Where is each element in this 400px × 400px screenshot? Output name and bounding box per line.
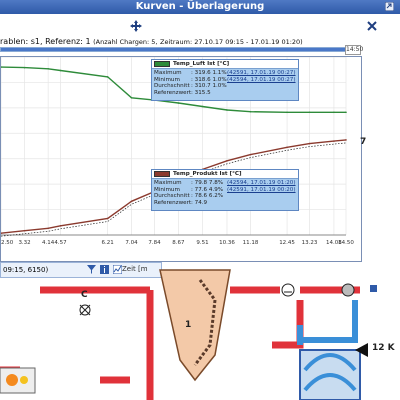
pump-icon xyxy=(281,283,295,297)
series-temp-luft-point xyxy=(201,105,204,108)
x-tick-label: 4.57 xyxy=(54,240,67,246)
restore-icon[interactable] xyxy=(385,2,394,11)
x-tick-label: 7.84 xyxy=(148,240,161,246)
series-temp-produkt-point xyxy=(286,146,288,149)
x-tick-label: 10.36 xyxy=(219,240,235,246)
series-temp-produkt-point xyxy=(345,139,347,141)
series-temp-luft-point xyxy=(286,111,288,114)
legend-link[interactable]: (42591, 17.01.19 00:20) xyxy=(227,187,296,194)
legend-key: Durchschnitt xyxy=(154,193,190,200)
status-square xyxy=(370,285,377,292)
label-12k: 12 K xyxy=(372,343,395,353)
time-range: Zeitraum: 27.10.17 09:15 - 17.01.19 01:2… xyxy=(160,38,303,46)
x-tick-label: 9.51 xyxy=(196,240,208,246)
legend-key: Minimum xyxy=(154,76,180,83)
series-temp-luft-point xyxy=(47,68,49,70)
legend-link[interactable]: (42594, 17.01.19 01:20) xyxy=(227,180,296,187)
legend-key: Referenzwert xyxy=(154,199,192,206)
legend-value: : 77.6 4.9% xyxy=(191,186,224,193)
legend-key: Minimum xyxy=(154,186,180,193)
legend-link[interactable]: (42591, 17.01.19 00:27) xyxy=(227,70,296,77)
legend-value: : 315.5 xyxy=(191,89,211,96)
legend-title-produkt: Temp_Produkt Ist [°C] xyxy=(173,171,242,177)
series-temp-produkt-point xyxy=(47,227,49,230)
series-temp-produkt-point xyxy=(333,140,335,142)
series-temp-produkt-point xyxy=(226,159,228,162)
chart-panel: 2.50 3.32 4.14 4.57 6.21 7.04 7.84 8.67 9.51 10.3… xyxy=(0,56,362,262)
cold-pipes xyxy=(297,300,358,345)
series-temp-produkt-point xyxy=(249,153,252,156)
series-temp-luft-point xyxy=(23,66,26,69)
legend-value: : 74.9 xyxy=(191,199,208,206)
time-field[interactable]: 14:50 xyxy=(345,45,363,55)
series-temp-luft-point xyxy=(345,111,347,114)
charge-count: (Anzahl Chargen: 5, xyxy=(93,38,158,46)
x-tick-label: 2.50 xyxy=(1,240,14,246)
legend-swatch-green xyxy=(154,61,170,67)
fan-icon xyxy=(341,283,355,297)
x-tick-label: 6.21 xyxy=(102,240,114,246)
move-icon[interactable] xyxy=(130,20,142,32)
series-temp-produkt-point xyxy=(106,217,109,220)
window-title: Kurven - Überlagerung xyxy=(135,1,265,12)
cyclone-vessel xyxy=(159,269,231,382)
legend-value: : 78.6 6.2% xyxy=(191,193,224,200)
series-temp-produkt-point xyxy=(23,229,26,232)
series-temp-produkt-point xyxy=(308,142,311,145)
process-diagram xyxy=(0,269,400,400)
x-tick-label: 7.04 xyxy=(125,240,138,246)
legend-link[interactable]: (42594, 17.01.19 00:27) xyxy=(227,77,296,84)
legend-value: : 318.6 1.0% xyxy=(191,76,227,83)
close-icon[interactable] xyxy=(366,20,378,32)
x-tick-label: 12.45 xyxy=(279,240,295,246)
series-temp-luft-point xyxy=(333,111,335,114)
legend-value: : 310.7 1.0% xyxy=(191,83,227,90)
x-tick-label: 3.32 xyxy=(18,240,30,246)
label-c: C xyxy=(81,290,88,300)
x-tick-label: 4.14 xyxy=(42,240,55,246)
series-temp-luft-point xyxy=(177,102,180,104)
legend-value: : 79.8 7.8% xyxy=(191,180,224,186)
series-temp-luft-point xyxy=(308,111,311,114)
series-temp-produkt-point xyxy=(130,200,133,203)
legend-value: : 319.6 1.1% xyxy=(191,70,227,76)
valve-icon xyxy=(79,304,91,316)
x-tick-label: 11.18 xyxy=(243,240,259,246)
label-7: 7 xyxy=(360,137,367,147)
x-tick-label: 8.67 xyxy=(172,240,185,246)
label-1: 1 xyxy=(185,320,192,330)
series-temp-luft-point xyxy=(106,76,109,78)
window-titlebar: Kurven - Überlagerung xyxy=(0,0,400,15)
legend-title-luft: Temp_Luft Ist [°C] xyxy=(173,61,230,67)
variable-info: rablen: s1, Referenz: 1 xyxy=(0,37,91,46)
series-temp-luft-point xyxy=(249,110,252,113)
series-temp-produkt-point xyxy=(59,225,62,227)
legend-key: Maximum xyxy=(154,70,182,76)
x-tick-label: 13.23 xyxy=(302,240,318,246)
toolbar xyxy=(0,14,400,36)
series-temp-luft-point xyxy=(59,69,62,72)
series-temp-luft-point xyxy=(226,109,228,111)
legend-temp-luft: Temp_Luft Ist [°C] Maximum : 319.6 1.1% (4… xyxy=(151,59,299,101)
legend-temp-produkt: Temp_Produkt Ist [°C] Maximum : 79.8 7.8%… xyxy=(151,169,299,211)
legend-key: Maximum xyxy=(154,180,182,186)
x-tick-label: 14.50 xyxy=(338,240,354,246)
legend-swatch-brown xyxy=(154,171,170,177)
series-temp-luft-point xyxy=(130,97,133,99)
time-slider[interactable] xyxy=(0,47,347,52)
legend-key: Referenzwert xyxy=(154,89,192,96)
legend-key: Durchschnitt xyxy=(154,83,190,90)
